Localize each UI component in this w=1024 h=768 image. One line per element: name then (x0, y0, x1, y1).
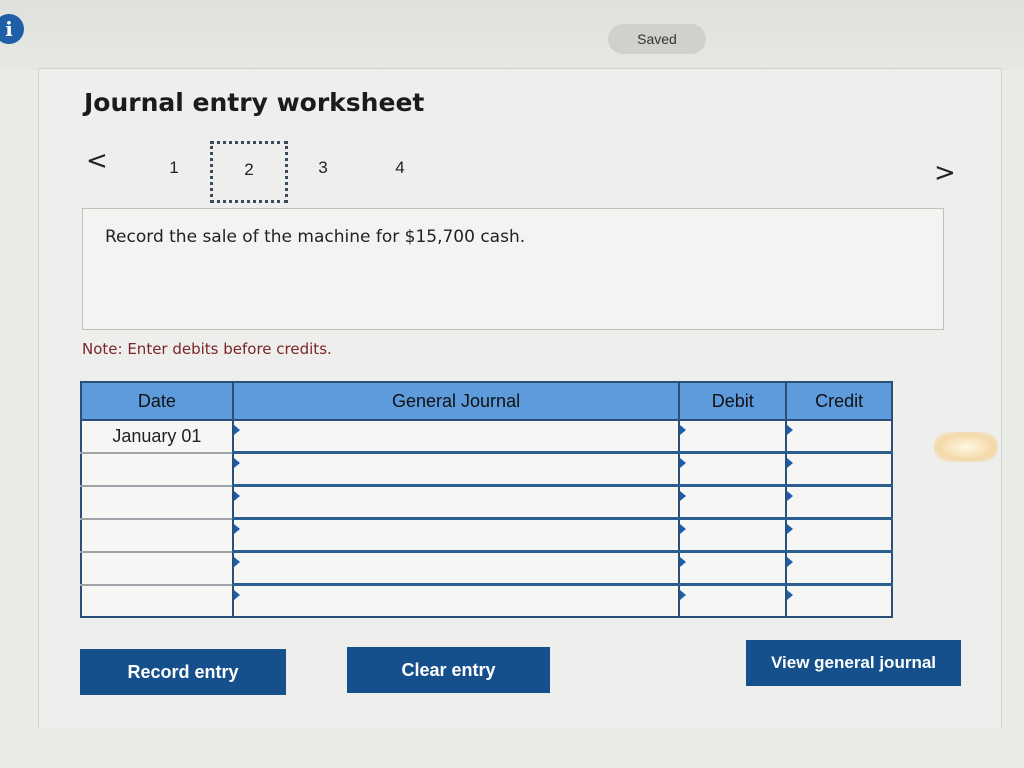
date-cell[interactable]: January 01 (80, 420, 234, 454)
credit-input[interactable] (787, 422, 891, 450)
info-icon[interactable]: i (0, 14, 24, 44)
credit-cell (785, 452, 893, 487)
account-cell (231, 551, 681, 586)
debit-input[interactable] (680, 587, 786, 615)
top-bar: i Saved (0, 0, 1024, 70)
table-row: January 01 (80, 420, 893, 454)
record-entry-button[interactable]: Record entry (80, 649, 286, 695)
account-input[interactable] (233, 455, 679, 483)
row-marker-icon (680, 458, 687, 468)
row-marker-icon (680, 524, 687, 534)
date-column-header: Date (80, 381, 234, 421)
saved-status-badge: Saved (608, 24, 706, 54)
row-marker-icon (233, 524, 240, 534)
row-marker-icon (233, 458, 240, 468)
next-step-chevron-icon[interactable]: > (934, 158, 956, 188)
debit-cell (678, 420, 788, 454)
row-marker-icon (680, 425, 687, 435)
credit-input[interactable] (787, 521, 891, 549)
row-marker-icon (787, 590, 794, 600)
debit-cell (678, 485, 788, 520)
row-marker-icon (233, 491, 240, 501)
account-cell (231, 420, 681, 454)
date-cell[interactable] (80, 452, 234, 487)
debit-input[interactable] (680, 488, 786, 516)
account-input[interactable] (233, 554, 679, 582)
credit-cell (785, 518, 893, 553)
debit-input[interactable] (680, 521, 786, 549)
table-header-row: Date General Journal Debit Credit (80, 381, 893, 421)
date-cell[interactable] (80, 518, 234, 553)
table-row (80, 518, 893, 553)
date-cell[interactable] (80, 584, 234, 618)
view-general-journal-button[interactable]: View general journal (746, 640, 961, 686)
account-input[interactable] (233, 587, 679, 615)
step-tab-1[interactable]: 1 (164, 158, 184, 178)
row-marker-icon (233, 557, 240, 567)
credit-column-header: Credit (785, 381, 893, 421)
debit-cell (678, 452, 788, 487)
row-marker-icon (787, 557, 794, 567)
debit-input[interactable] (680, 455, 786, 483)
credit-cell (785, 420, 893, 454)
table-row (80, 551, 893, 586)
row-marker-icon (787, 458, 794, 468)
table-row (80, 584, 893, 618)
instruction-text: Record the sale of the machine for $15,7… (105, 227, 526, 247)
page-title: Journal entry worksheet (84, 88, 425, 117)
debit-column-header: Debit (678, 381, 788, 421)
account-input[interactable] (233, 521, 679, 549)
account-cell (231, 584, 681, 618)
account-cell (231, 485, 681, 520)
credit-input[interactable] (787, 587, 891, 615)
credit-input[interactable] (787, 455, 891, 483)
previous-step-chevron-icon[interactable]: < (86, 146, 108, 176)
row-marker-icon (680, 491, 687, 501)
date-cell[interactable] (80, 485, 234, 520)
debit-cell (678, 551, 788, 586)
credit-input[interactable] (787, 554, 891, 582)
table-row (80, 452, 893, 487)
step-tab-4[interactable]: 4 (390, 158, 410, 178)
table-row (80, 485, 893, 520)
row-marker-icon (680, 590, 687, 600)
instruction-box: Record the sale of the machine for $15,7… (82, 208, 944, 330)
date-cell[interactable] (80, 551, 234, 586)
row-marker-icon (787, 524, 794, 534)
journal-entry-table: Date General Journal Debit Credit Januar… (80, 381, 893, 618)
row-marker-icon (233, 590, 240, 600)
row-marker-icon (787, 491, 794, 501)
row-marker-icon (233, 425, 240, 435)
general-journal-column-header: General Journal (231, 381, 681, 421)
clear-entry-button[interactable]: Clear entry (347, 647, 550, 693)
row-marker-icon (680, 557, 687, 567)
credit-cell (785, 584, 893, 618)
debit-cell (678, 584, 788, 618)
account-input[interactable] (233, 422, 679, 450)
credit-cell (785, 485, 893, 520)
account-cell (231, 452, 681, 487)
debit-input[interactable] (680, 422, 786, 450)
credit-cell (785, 551, 893, 586)
row-marker-icon (787, 425, 794, 435)
account-input[interactable] (233, 488, 679, 516)
screen-glare (934, 432, 998, 462)
step-tab-2-current[interactable]: 2 (210, 141, 288, 203)
credit-input[interactable] (787, 488, 891, 516)
debit-input[interactable] (680, 554, 786, 582)
step-tab-3[interactable]: 3 (313, 158, 333, 178)
account-cell (231, 518, 681, 553)
note-text: Note: Enter debits before credits. (82, 340, 332, 358)
debit-cell (678, 518, 788, 553)
